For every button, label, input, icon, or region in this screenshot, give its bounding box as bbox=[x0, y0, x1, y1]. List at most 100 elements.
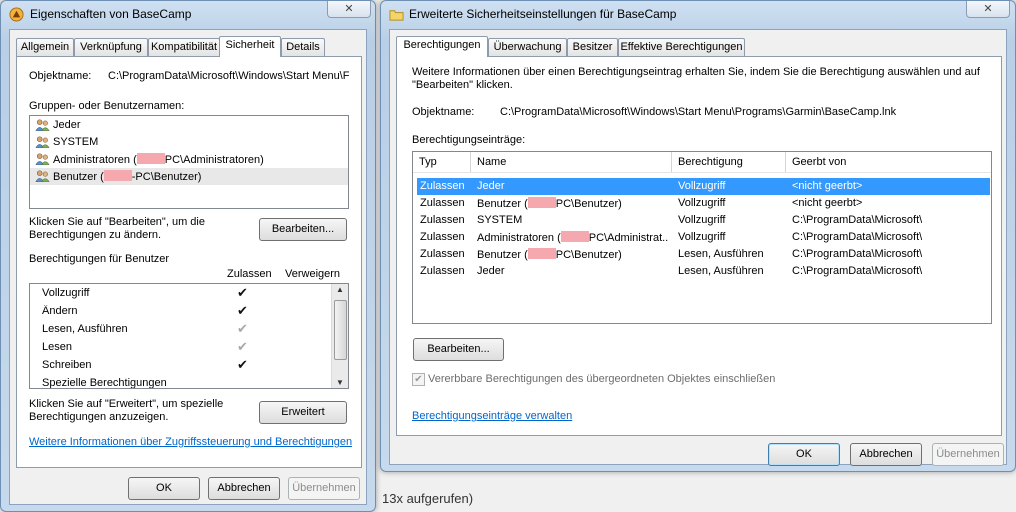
group-name-suffix: -PC\Benutzer) bbox=[131, 171, 202, 183]
advanced-titlebar[interactable]: Erweiterte Sicherheitseinstellungen für … bbox=[381, 1, 1015, 27]
redacted-block bbox=[560, 231, 589, 242]
entry-name: Jeder bbox=[477, 180, 669, 192]
adv-apply-button[interactable]: Übernehmen bbox=[932, 443, 1004, 466]
entry-inherited-from: C:\ProgramData\Microsoft\ bbox=[792, 248, 923, 260]
table-row[interactable]: Zulassen Administratoren ( PC\Administrat.… bbox=[417, 229, 990, 246]
permissions-panel: Weitere Informationen über einen Berecht… bbox=[396, 56, 1002, 436]
permission-name: Lesen bbox=[42, 341, 72, 353]
advanced-title: Erweiterte Sicherheitseinstellungen für … bbox=[409, 7, 677, 21]
table-header: Typ Name Berechtigung Geerbt von bbox=[413, 152, 991, 173]
entry-type: Zulassen bbox=[420, 214, 465, 226]
entry-inherited-from: C:\ProgramData\Microsoft\ bbox=[792, 231, 923, 243]
entry-name: SYSTEM bbox=[477, 214, 669, 226]
entry-type: Zulassen bbox=[420, 265, 465, 277]
basecamp-app-icon bbox=[9, 7, 24, 22]
groups-list[interactable]: Jeder SYSTEM Administratoren (PC\Administr… bbox=[29, 115, 349, 209]
props-cancel-button[interactable]: Abbrechen bbox=[208, 477, 280, 500]
tab-allgemein[interactable]: Allgemein bbox=[16, 38, 74, 56]
adv-cancel-button[interactable]: Abbrechen bbox=[850, 443, 922, 466]
props-ok-button[interactable]: OK bbox=[128, 477, 200, 500]
properties-window: Eigenschaften von BaseCamp ✕ Allgemein V… bbox=[0, 0, 376, 512]
group-list-item[interactable]: Jeder bbox=[30, 117, 348, 134]
permissions-list[interactable]: Vollzugriff ✔ Ändern ✔ Lesen, Ausführen ✔ Lese… bbox=[29, 283, 349, 389]
user-group-icon bbox=[35, 135, 50, 149]
entry-name-suffix: PC\Benutzer) bbox=[555, 249, 622, 261]
group-name-prefix: Jeder bbox=[53, 119, 81, 131]
entries-label: Berechtigungseinträge: bbox=[412, 134, 526, 146]
object-name-label: Objektname: bbox=[29, 70, 92, 82]
edit-button[interactable]: Bearbeiten... bbox=[259, 218, 347, 241]
entry-name: Administratoren ( PC\Administrat... bbox=[477, 231, 669, 244]
tab-sicherheit[interactable]: Sicherheit bbox=[219, 36, 281, 57]
table-row[interactable]: Zulassen Benutzer (PC\Benutzer) Vollzugrif… bbox=[417, 195, 990, 212]
allow-check-icon: ✔ bbox=[237, 303, 248, 318]
manage-entries-link[interactable]: Berechtigungseinträge verwalten bbox=[412, 410, 572, 422]
tab-details[interactable]: Details bbox=[281, 38, 325, 56]
entry-inherited-from: C:\ProgramData\Microsoft\ bbox=[792, 265, 923, 277]
user-group-icon bbox=[35, 118, 50, 132]
entry-name-suffix: PC\Administrat... bbox=[588, 232, 669, 244]
tab-effektive-berechtigungen[interactable]: Effektive Berechtigungen bbox=[618, 38, 745, 56]
permission-name: Spezielle Berechtigungen bbox=[42, 377, 167, 389]
redacted-block bbox=[527, 197, 556, 208]
permission-name: Vollzugriff bbox=[42, 287, 90, 299]
entry-name-prefix: Administratoren ( bbox=[477, 232, 561, 244]
tab-verknuepfung[interactable]: Verknüpfung bbox=[74, 38, 148, 56]
entry-name: Benutzer (PC\Benutzer) bbox=[477, 248, 669, 261]
group-list-item[interactable]: SYSTEM bbox=[30, 134, 348, 151]
entry-type: Zulassen bbox=[420, 197, 465, 209]
adv-edit-button[interactable]: Bearbeiten... bbox=[413, 338, 504, 361]
group-name-suffix: PC\Administratoren) bbox=[164, 154, 264, 166]
info-text: Weitere Informationen über einen Berecht… bbox=[412, 66, 980, 91]
column-header-name[interactable]: Name bbox=[471, 152, 672, 172]
table-row[interactable]: Zulassen Jeder Vollzugriff <nicht geerbt> bbox=[417, 178, 990, 195]
entry-inherited-from: C:\ProgramData\Microsoft\ bbox=[792, 214, 923, 226]
group-name: Benutzer ( -PC\Benutzer) bbox=[53, 170, 201, 183]
advanced-button[interactable]: Erweitert bbox=[259, 401, 347, 424]
redacted-block bbox=[103, 170, 132, 181]
tab-kompatibilitaet[interactable]: Kompatibilität bbox=[148, 38, 220, 56]
scroll-thumb[interactable] bbox=[334, 300, 347, 360]
group-list-item[interactable]: Benutzer ( -PC\Benutzer) bbox=[30, 168, 348, 185]
group-list-item[interactable]: Administratoren (PC\Administratoren) bbox=[30, 151, 348, 168]
properties-titlebar[interactable]: Eigenschaften von BaseCamp ✕ bbox=[1, 1, 375, 27]
permission-name: Schreiben bbox=[42, 359, 92, 371]
table-row[interactable]: Zulassen SYSTEM Vollzugriff C:\ProgramData\… bbox=[417, 212, 990, 229]
group-name: Jeder bbox=[53, 119, 81, 131]
allow-column-header: Zulassen bbox=[227, 268, 272, 280]
advanced-close-button[interactable]: ✕ bbox=[966, 1, 1010, 18]
table-row[interactable]: Zulassen Jeder Lesen, Ausführen C:\ProgramD… bbox=[417, 263, 990, 280]
edit-hint: Klicken Sie auf "Bearbeiten", um die Ber… bbox=[29, 216, 205, 241]
tab-besitzer[interactable]: Besitzer bbox=[567, 38, 618, 56]
column-header-typ[interactable]: Typ bbox=[413, 152, 471, 172]
redacted-block bbox=[136, 153, 165, 164]
table-row[interactable]: Zulassen Benutzer (PC\Benutzer) Lesen, Aus… bbox=[417, 246, 990, 263]
entry-name-suffix: PC\Benutzer) bbox=[555, 198, 622, 210]
allow-check-icon: ✔ bbox=[237, 285, 248, 300]
user-group-icon bbox=[35, 152, 50, 166]
user-group-icon bbox=[35, 169, 50, 183]
entry-name-prefix: Benutzer ( bbox=[477, 198, 528, 210]
entries-table[interactable]: Typ Name Berechtigung Geerbt von Zulasse… bbox=[412, 151, 992, 324]
tab-berechtigungen[interactable]: Berechtigungen bbox=[396, 36, 488, 57]
properties-close-button[interactable]: ✕ bbox=[327, 1, 371, 18]
permissions-scrollbar[interactable]: ▲ ▼ bbox=[331, 284, 348, 388]
adv-ok-button[interactable]: OK bbox=[768, 443, 840, 466]
entry-type: Zulassen bbox=[420, 248, 465, 260]
column-header-berechtigung[interactable]: Berechtigung bbox=[672, 152, 786, 172]
group-name-prefix: Benutzer ( bbox=[53, 171, 104, 183]
advanced-hint: Klicken Sie auf "Erweitert", um speziell… bbox=[29, 398, 224, 423]
scroll-up-arrow[interactable]: ▲ bbox=[336, 285, 344, 294]
allow-check-icon: ✔ bbox=[237, 321, 248, 336]
column-header-geerbt-von[interactable]: Geerbt von bbox=[786, 152, 991, 172]
redacted-block bbox=[527, 248, 556, 259]
entry-permission: Lesen, Ausführen bbox=[678, 248, 764, 260]
info-link[interactable]: Weitere Informationen über Zugriffssteue… bbox=[29, 436, 352, 448]
scroll-down-arrow[interactable]: ▼ bbox=[336, 378, 344, 387]
object-name-value: C:\ProgramData\Microsoft\Windows\Start M… bbox=[108, 70, 350, 82]
tab-ueberwachung[interactable]: Überwachung bbox=[488, 38, 567, 56]
props-apply-button[interactable]: Übernehmen bbox=[288, 477, 360, 500]
inherit-checkbox[interactable]: ✔ bbox=[412, 373, 425, 386]
security-panel: Objektname: C:\ProgramData\Microsoft\Win… bbox=[16, 56, 362, 468]
entry-type: Zulassen bbox=[420, 231, 465, 243]
